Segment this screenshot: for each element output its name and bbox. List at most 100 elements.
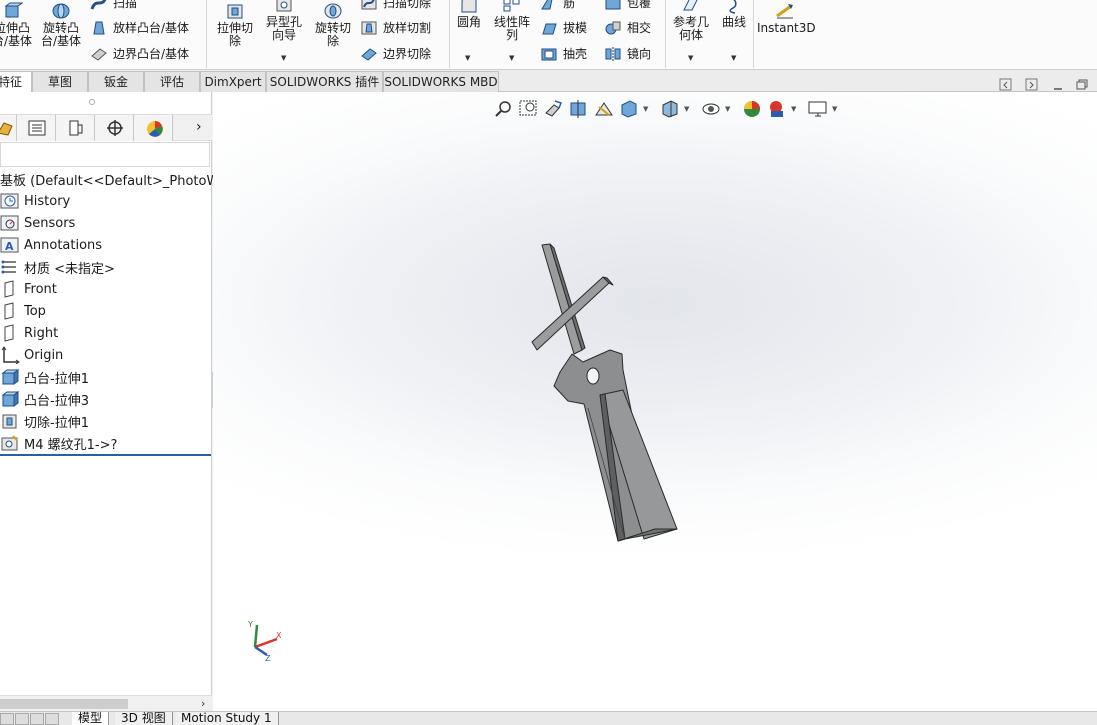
tab-sheet-metal[interactable]: 钣金 <box>88 71 144 92</box>
scrollbar-thumb[interactable] <box>0 699 128 709</box>
boundary-boss-button[interactable]: 边界凸台/基体 <box>90 45 189 63</box>
minimize-icon[interactable] <box>1051 78 1065 92</box>
hole-wizard-label: 异型孔 向导 <box>265 15 302 42</box>
loft-cut-label: 放样切割 <box>383 20 432 35</box>
tree-item[interactable]: Top <box>0 300 212 322</box>
tree-item[interactable]: 凸台-拉伸1 <box>0 366 212 388</box>
tree-item[interactable]: Origin <box>0 344 212 366</box>
reference-geometry-dropdown[interactable]: ▼ <box>688 54 693 62</box>
intersect-button[interactable]: 相交 <box>604 19 651 37</box>
panel-tab-bar: › <box>0 114 212 141</box>
ribbon-separator <box>449 0 450 68</box>
sweep-cut-button[interactable]: 扫描切除 <box>360 0 431 12</box>
shell-icon <box>541 48 557 61</box>
display-manager-icon <box>147 121 163 137</box>
linear-pattern-dropdown[interactable]: ▼ <box>509 54 514 62</box>
rib-button[interactable]: 筋 <box>540 0 575 12</box>
ribbon-separator <box>753 0 754 68</box>
wrap-button[interactable]: 包覆 <box>604 0 651 12</box>
tab-model[interactable]: 模型 <box>72 712 110 725</box>
instant3d-button[interactable]: Instant3D <box>757 2 816 35</box>
tab-evaluate[interactable]: 评估 <box>144 71 200 92</box>
ribbon-separator <box>665 0 666 68</box>
restore-icon[interactable] <box>1075 78 1089 92</box>
tab-sketch[interactable]: 草图 <box>32 71 88 92</box>
fillet-dropdown[interactable]: ▼ <box>465 54 470 62</box>
revolve-boss-button[interactable]: 旋转凸 台/基体 <box>38 2 84 48</box>
material-icon <box>0 258 24 276</box>
extrude-boss-icon <box>4 2 23 18</box>
tree-item[interactable]: 材质 <未指定> <box>0 256 212 278</box>
tab-features[interactable]: 特征 <box>0 71 32 92</box>
loft-boss-label: 放样凸台/基体 <box>113 20 190 35</box>
tab-property-manager[interactable] <box>17 115 56 141</box>
loft-boss-icon <box>93 21 105 35</box>
feature-tree-filter[interactable] <box>0 142 210 167</box>
fillet-label: 圆角 <box>456 15 481 29</box>
tree-item-label: Annotations <box>24 237 103 253</box>
sweep-button[interactable]: 扫描 <box>90 0 137 12</box>
command-manager-ribbon: 拉伸凸 台/基体 旋转凸 台/基体 扫描 放样凸台/基体 边界凸台/基体 拉伸切… <box>0 0 1097 70</box>
tree-item-label: 凸台-拉伸3 <box>24 393 89 409</box>
shell-button[interactable]: 抽壳 <box>540 45 587 63</box>
tab-configuration-manager[interactable] <box>56 115 95 141</box>
plane-icon <box>0 280 24 298</box>
plane-icon <box>0 302 24 320</box>
tree-root-part[interactable]: 基板 (Default<<Default>_PhotoWor <box>0 168 232 190</box>
tree-item-label: Right <box>24 325 59 341</box>
tree-item[interactable]: M4 螺纹孔1->? <box>0 432 212 454</box>
hole-wizard-dropdown[interactable]: ▼ <box>281 54 286 62</box>
loft-cut-icon <box>361 21 377 35</box>
panel-tabs-scroll-right[interactable]: › <box>196 119 202 135</box>
tree-item[interactable]: 切除-拉伸1 <box>0 410 212 432</box>
reference-geometry-button[interactable]: 参考几 何体 <box>668 0 714 42</box>
draft-button[interactable]: 拔模 <box>540 19 587 37</box>
tab-solidworks-mbd[interactable]: SOLIDWORKS MBD <box>383 71 499 92</box>
revolve-cut-button[interactable]: 旋转切 除 <box>310 2 356 48</box>
tree-item-label: 凸台-拉伸1 <box>24 371 89 387</box>
tree-item[interactable]: Front <box>0 278 212 300</box>
instant3d-icon <box>776 4 793 19</box>
tab-motion-study-1[interactable]: Motion Study 1 <box>175 712 279 725</box>
panel-grip-handle[interactable] <box>89 99 95 105</box>
tree-item[interactable]: 凸台-拉伸3 <box>0 388 212 410</box>
tab-feature-manager[interactable] <box>0 115 17 141</box>
curves-dropdown[interactable]: ▼ <box>731 54 736 62</box>
draft-icon <box>542 23 557 35</box>
graphics-area[interactable]: ▼ ▼ ▼ ▼ ▼ Y X Z <box>213 92 1097 711</box>
rollback-bar[interactable] <box>0 454 211 456</box>
tree-item[interactable]: History <box>0 190 212 212</box>
extrude-cut-button[interactable]: 拉伸切 除 <box>212 2 258 48</box>
revolve-boss-icon <box>52 3 70 19</box>
sweep-label: 扫描 <box>113 0 138 10</box>
fillet-button[interactable]: 圆角 <box>452 0 486 29</box>
tree-item-label: History <box>24 193 71 209</box>
curves-icon <box>729 0 737 14</box>
fillet-icon <box>461 0 477 13</box>
tab-navigation-buttons[interactable] <box>0 713 70 725</box>
linear-pattern-button[interactable]: 线性阵 列 <box>488 0 536 42</box>
plane-icon <box>0 324 24 342</box>
tab-3d-views[interactable]: 3D 视图 <box>115 712 173 725</box>
boundary-boss-label: 边界凸台/基体 <box>113 46 190 61</box>
tree-item[interactable]: Right <box>0 322 212 344</box>
tab-dimxpert[interactable]: DimXpert <box>200 71 266 92</box>
tree-item[interactable]: A Annotations <box>0 234 212 256</box>
curves-button[interactable]: 曲线 <box>716 0 752 29</box>
hole-wizard-button[interactable]: 异型孔 向导 <box>260 0 308 42</box>
part-model[interactable] <box>213 92 1097 711</box>
loft-boss-button[interactable]: 放样凸台/基体 <box>90 19 189 37</box>
scroll-right-arrow[interactable]: › <box>201 697 205 710</box>
tab-dimxpert-manager[interactable] <box>95 115 134 141</box>
tab-solidworks-addins[interactable]: SOLIDWORKS 插件 <box>266 71 383 92</box>
tile-left-icon[interactable] <box>999 78 1013 92</box>
extrude-boss-button[interactable]: 拉伸凸 台/基体 <box>0 2 34 48</box>
tab-display-manager[interactable] <box>134 115 173 141</box>
boundary-cut-icon <box>361 48 377 61</box>
horizontal-scrollbar[interactable]: › <box>0 695 212 711</box>
boundary-cut-button[interactable]: 边界切除 <box>360 45 431 63</box>
mirror-button[interactable]: 镜向 <box>604 45 651 63</box>
tile-right-icon[interactable] <box>1025 78 1039 92</box>
loft-cut-button[interactable]: 放样切割 <box>360 19 431 37</box>
tree-item[interactable]: Sensors <box>0 212 212 234</box>
